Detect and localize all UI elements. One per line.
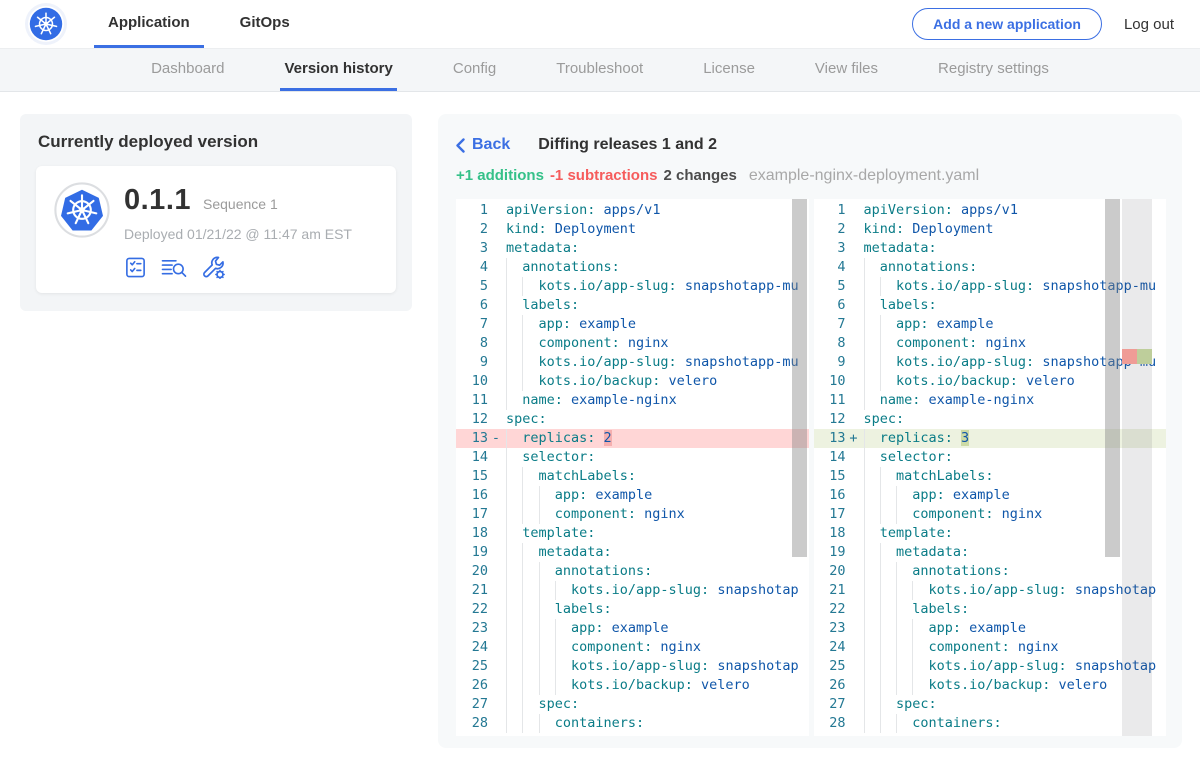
diff-line: 17component: nginx [456, 505, 809, 524]
diff-pane-modified: 1apiVersion: apps/v12kind: Deployment3me… [814, 199, 1167, 736]
view-logs-icon[interactable] [160, 256, 188, 279]
add-application-button[interactable]: Add a new application [912, 8, 1102, 40]
diff-line: 28containers: [456, 714, 809, 733]
deployed-sequence-label: Sequence 1 [203, 196, 278, 212]
ruler-removed-mark [1122, 349, 1137, 364]
diff-pane-original: 1apiVersion: apps/v12kind: Deployment3me… [456, 199, 809, 736]
diff-line: 20annotations: [456, 562, 809, 581]
deployed-card-title: Currently deployed version [38, 132, 396, 152]
diff-stats: +1 additions -1 subtractions 2 changes e… [456, 167, 1166, 185]
top-navbar: ApplicationGitOps Add a new application … [0, 0, 1200, 48]
navbar-tab-application[interactable]: Application [94, 0, 204, 48]
diff-line: 18template: [456, 524, 809, 543]
diff-line: 27spec: [456, 695, 809, 714]
changes-count: 2 changes [663, 167, 736, 184]
deployed-version-tile: 0.1.1 Sequence 1 Deployed 01/21/22 @ 11:… [36, 166, 396, 293]
diff-line: 24component: nginx [814, 638, 1167, 657]
version-action-icons [124, 255, 352, 279]
diff-line: 21kots.io/app-slug: snapshotap [456, 581, 809, 600]
diff-line: 4annotations: [456, 258, 809, 277]
diff-editor: 1apiVersion: apps/v12kind: Deployment3me… [456, 199, 1166, 736]
diff-releases-card: Back Diffing releases 1 and 2 +1 additio… [438, 114, 1182, 748]
diff-line: 3metadata: [456, 239, 809, 258]
subnav-item-license[interactable]: License [699, 49, 759, 91]
diff-line: 15matchLabels: [456, 467, 809, 486]
diff-line: 7app: example [456, 315, 809, 334]
preflight-checks-icon[interactable] [124, 256, 147, 279]
subnav-item-registry-settings[interactable]: Registry settings [934, 49, 1053, 91]
diff-line: 10kots.io/backup: velero [456, 372, 809, 391]
diff-line: 27spec: [814, 695, 1167, 714]
subnav-item-troubleshoot[interactable]: Troubleshoot [552, 49, 647, 91]
diff-line: 6labels: [456, 296, 809, 315]
left-scrollbar-thumb[interactable] [792, 199, 807, 557]
diff-filename: example-nginx-deployment.yaml [749, 167, 979, 185]
diff-line: 9kots.io/app-slug: snapshotapp-mu [456, 353, 809, 372]
app-subnav: Dashboard Version history Config Troublesho… [0, 48, 1200, 92]
diff-title: Diffing releases 1 and 2 [538, 136, 717, 154]
kubernetes-logo-icon [28, 6, 64, 42]
diff-line: 25kots.io/app-slug: snapshotap [456, 657, 809, 676]
diff-line: 1apiVersion: apps/v1 [456, 201, 809, 220]
diff-line: 23app: example [814, 619, 1167, 638]
back-link[interactable]: Back [456, 136, 510, 154]
app-tabs: Application GitOps [94, 0, 326, 48]
diff-line: 23app: example [456, 619, 809, 638]
diff-line: 12spec: [456, 410, 809, 429]
deployed-timestamp: Deployed 01/21/22 @ 11:47 am EST [124, 226, 352, 242]
chevron-left-icon [456, 138, 465, 153]
diff-line: 14selector: [456, 448, 809, 467]
subnav-item-version-history[interactable]: Version history [280, 49, 396, 91]
logout-link[interactable]: Log out [1124, 16, 1182, 33]
diff-line: 5kots.io/app-slug: snapshotapp-mu [456, 277, 809, 296]
right-scrollbar-thumb[interactable] [1105, 199, 1120, 557]
overview-ruler[interactable] [1122, 199, 1152, 736]
currently-deployed-card: Currently deployed version 0.1.1 Sequenc… [20, 114, 412, 311]
diff-line: 8component: nginx [456, 334, 809, 353]
diff-line: 22labels: [456, 600, 809, 619]
additions-count: +1 additions [456, 167, 544, 184]
subnav-item-view-files[interactable]: View files [811, 49, 882, 91]
subnav-item-config[interactable]: Config [449, 49, 500, 91]
edit-config-icon[interactable] [201, 255, 226, 279]
ruler-added-mark [1137, 349, 1152, 364]
diff-line: 22labels: [814, 600, 1167, 619]
diff-line: 26kots.io/backup: velero [456, 676, 809, 695]
diff-line: 16app: example [456, 486, 809, 505]
diff-line: 24component: nginx [456, 638, 809, 657]
app-kubernetes-badge-icon [54, 182, 110, 238]
diff-line: 19metadata: [456, 543, 809, 562]
diff-line: 2kind: Deployment [456, 220, 809, 239]
main-content: Currently deployed version 0.1.1 Sequenc… [0, 92, 1200, 748]
diff-line: 13-replicas: 2 [456, 429, 809, 448]
diff-line: 26kots.io/backup: velero [814, 676, 1167, 695]
diff-line: 28containers: [814, 714, 1167, 733]
subtractions-count: -1 subtractions [550, 167, 658, 184]
subnav-item-dashboard[interactable]: Dashboard [147, 49, 228, 91]
diff-line: 11name: example-nginx [456, 391, 809, 410]
diff-line: 21kots.io/app-slug: snapshotap [814, 581, 1167, 600]
deployed-version-number: 0.1.1 [124, 184, 191, 217]
navbar-tab-gitops[interactable]: GitOps [226, 0, 304, 48]
diff-line: 20annotations: [814, 562, 1167, 581]
diff-line: 25kots.io/app-slug: snapshotap [814, 657, 1167, 676]
